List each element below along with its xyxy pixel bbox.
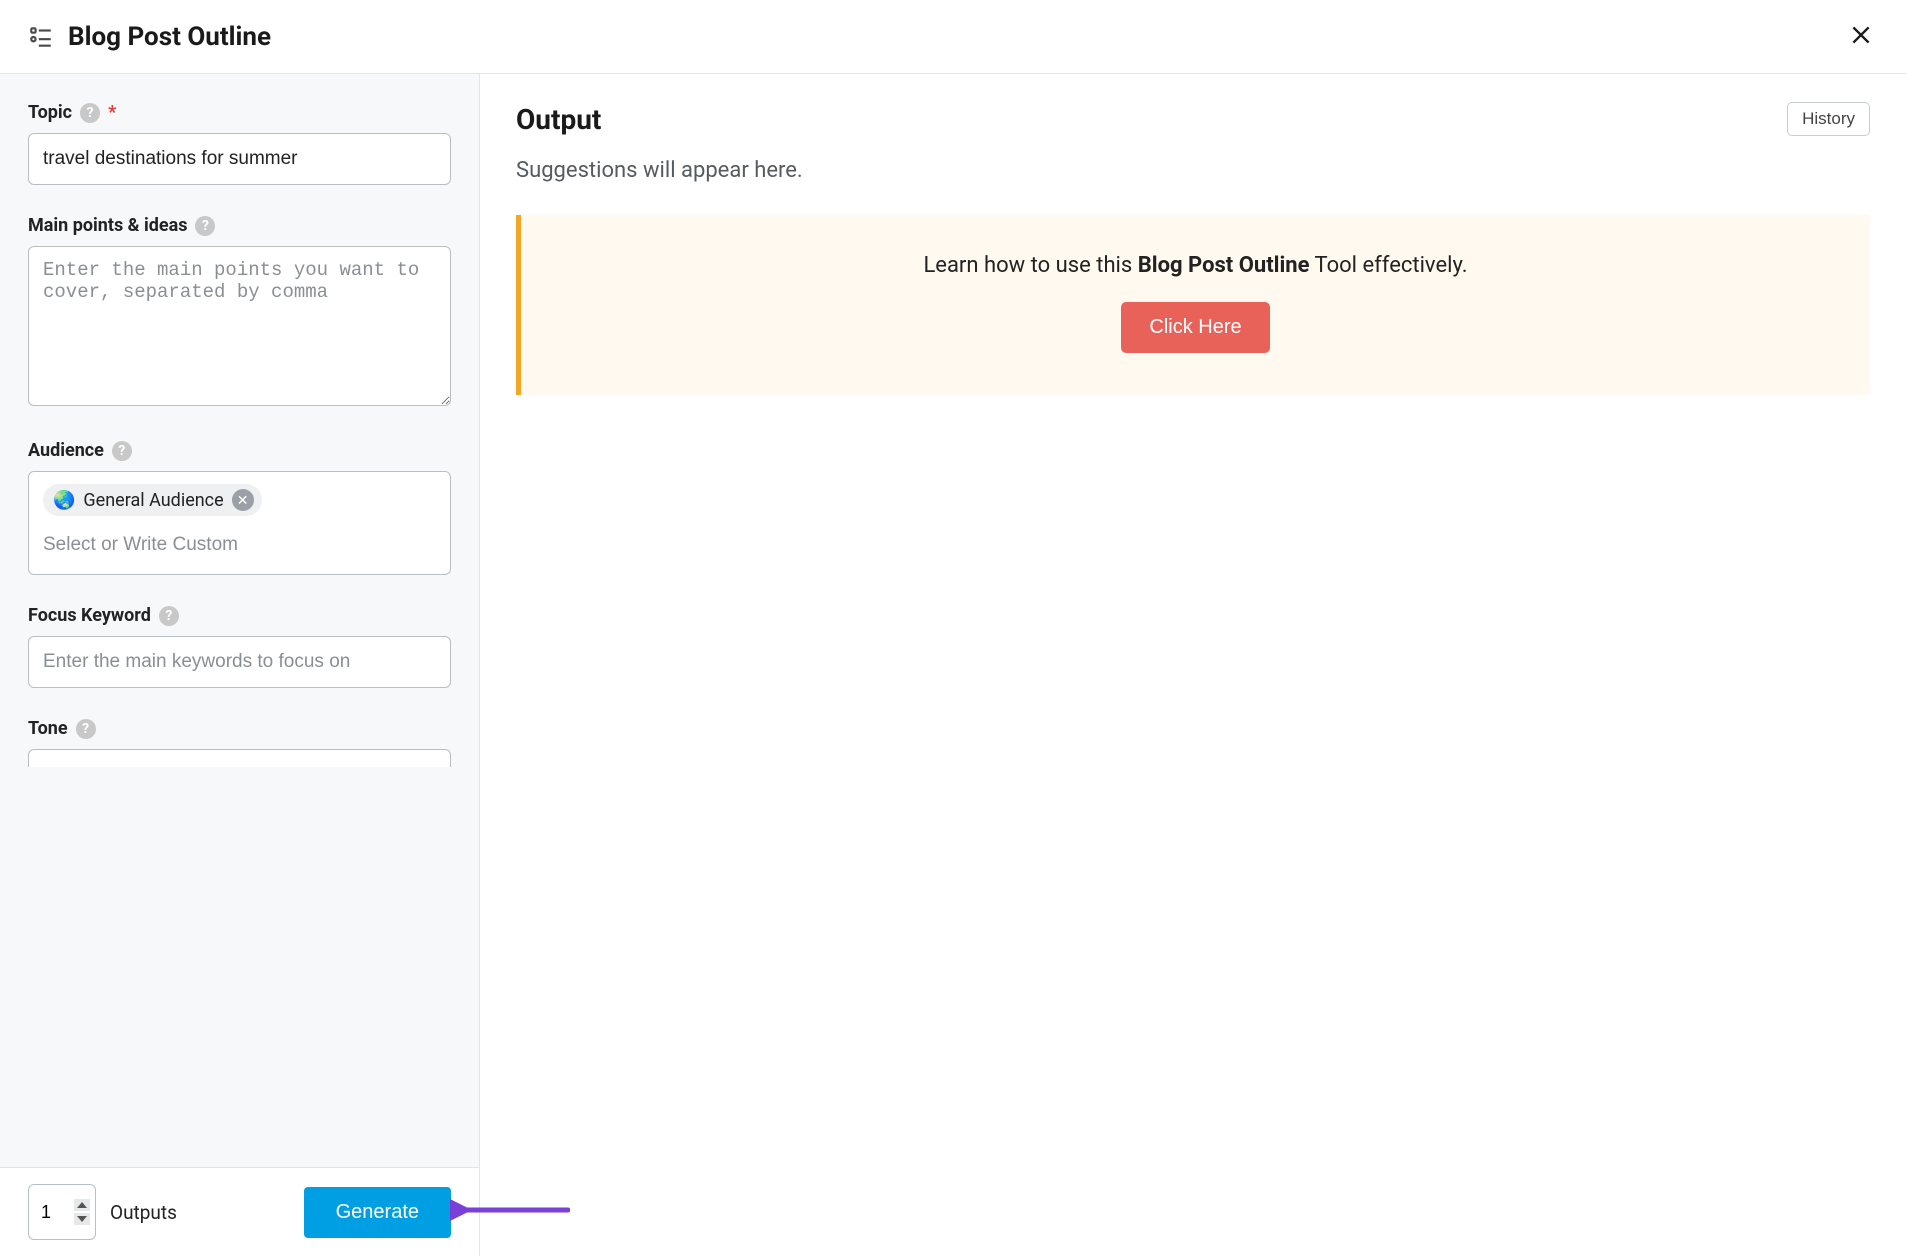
- outline-icon: [28, 24, 54, 50]
- help-icon[interactable]: ?: [159, 606, 179, 626]
- label-row-main-points: Main points & ideas ?: [28, 215, 451, 236]
- label-row-audience: Audience ?: [28, 440, 451, 461]
- focus-keyword-input[interactable]: [28, 636, 451, 688]
- globe-icon: 🌏: [53, 490, 75, 511]
- left-footer: Outputs Generate: [0, 1167, 479, 1256]
- header-left: Blog Post Outline: [28, 22, 271, 52]
- chip-remove-button[interactable]: ✕: [232, 489, 254, 511]
- tone-input-cutoff[interactable]: [28, 749, 451, 767]
- field-main-points: Main points & ideas ?: [28, 215, 451, 410]
- history-button[interactable]: History: [1787, 102, 1870, 136]
- focus-keyword-label: Focus Keyword: [28, 605, 151, 626]
- audience-custom-input[interactable]: [43, 530, 436, 562]
- left-panel: Topic ? * Main points & ideas ? Audience…: [0, 74, 480, 1256]
- help-icon[interactable]: ?: [112, 441, 132, 461]
- x-icon: ✕: [237, 492, 249, 509]
- field-tone: Tone ?: [28, 718, 451, 767]
- stepper-controls: [74, 1199, 90, 1225]
- audience-chip-label: General Audience: [83, 490, 223, 511]
- field-topic: Topic ? *: [28, 102, 451, 185]
- close-button[interactable]: [1844, 18, 1878, 55]
- topic-label: Topic: [28, 102, 72, 123]
- stepper-down-button[interactable]: [74, 1213, 90, 1225]
- required-star: *: [108, 102, 116, 123]
- label-row-focus-keyword: Focus Keyword ?: [28, 605, 451, 626]
- output-placeholder: Suggestions will appear here.: [516, 158, 1870, 183]
- topic-input[interactable]: [28, 133, 451, 185]
- stepper-up-button[interactable]: [74, 1199, 90, 1211]
- chevron-down-icon: [77, 1216, 87, 1222]
- outputs-label: Outputs: [110, 1201, 177, 1224]
- audience-box[interactable]: 🌏 General Audience ✕: [28, 471, 451, 575]
- learn-prefix: Learn how to use this: [923, 253, 1137, 278]
- learn-suffix: Tool effectively.: [1310, 253, 1468, 278]
- click-here-button[interactable]: Click Here: [1121, 302, 1269, 353]
- main-split: Topic ? * Main points & ideas ? Audience…: [0, 74, 1906, 1256]
- main-points-textarea[interactable]: [28, 246, 451, 406]
- outputs-stepper[interactable]: [28, 1184, 96, 1240]
- page-title: Blog Post Outline: [68, 22, 271, 52]
- tone-label: Tone: [28, 718, 68, 739]
- right-panel: Output History Suggestions will appear h…: [480, 74, 1906, 1256]
- help-icon[interactable]: ?: [195, 216, 215, 236]
- output-title: Output: [516, 103, 601, 136]
- help-icon[interactable]: ?: [80, 103, 100, 123]
- help-icon[interactable]: ?: [76, 719, 96, 739]
- close-icon: [1848, 36, 1874, 51]
- label-row-topic: Topic ? *: [28, 102, 451, 123]
- form-area: Topic ? * Main points & ideas ? Audience…: [0, 74, 479, 1167]
- label-row-tone: Tone ?: [28, 718, 451, 739]
- audience-label: Audience: [28, 440, 104, 461]
- learn-text: Learn how to use this Blog Post Outline …: [541, 253, 1850, 278]
- audience-chip: 🌏 General Audience ✕: [43, 484, 262, 516]
- header-bar: Blog Post Outline: [0, 0, 1906, 74]
- output-header: Output History: [516, 102, 1870, 136]
- chevron-up-icon: [77, 1202, 87, 1208]
- generate-button[interactable]: Generate: [304, 1187, 451, 1238]
- field-focus-keyword: Focus Keyword ?: [28, 605, 451, 688]
- main-points-label: Main points & ideas: [28, 215, 187, 236]
- field-audience: Audience ? 🌏 General Audience ✕: [28, 440, 451, 575]
- learn-card: Learn how to use this Blog Post Outline …: [516, 215, 1870, 395]
- learn-bold: Blog Post Outline: [1138, 253, 1310, 278]
